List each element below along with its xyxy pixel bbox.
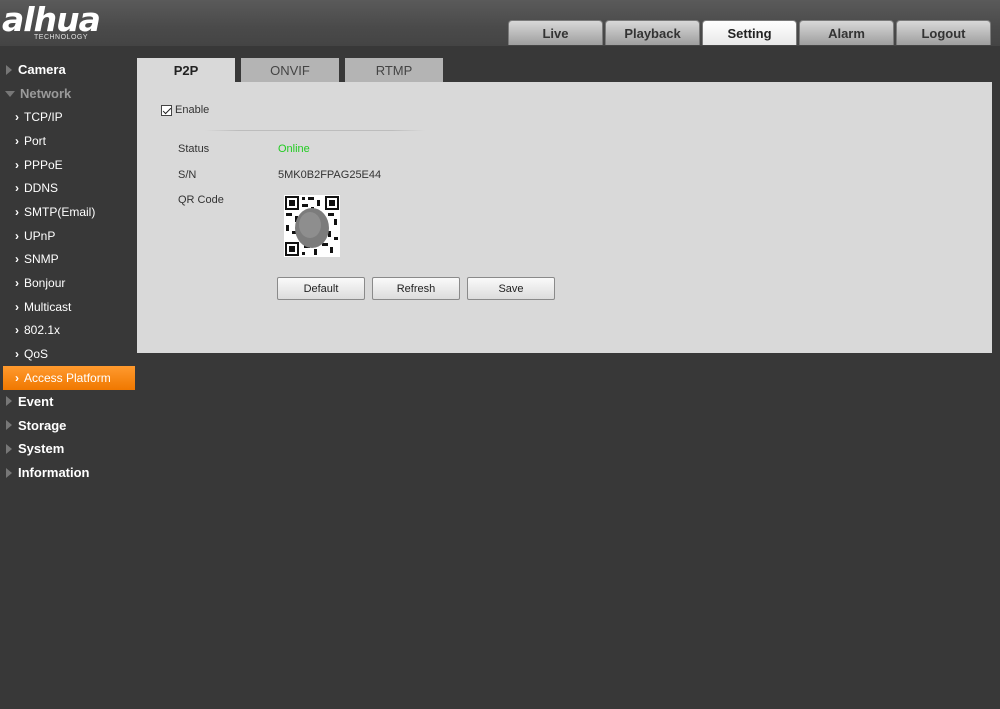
- sidebar-item-camera[interactable]: Camera: [0, 58, 136, 82]
- default-button[interactable]: Default: [277, 277, 365, 300]
- tab-rtmp[interactable]: RTMP: [345, 58, 443, 82]
- chevron-right-icon: ›: [15, 276, 19, 291]
- nav-tab-alarm[interactable]: Alarm: [799, 20, 894, 45]
- sidebar-item-tcpip[interactable]: › TCP/IP: [0, 105, 136, 129]
- nav-tab-setting[interactable]: Setting: [702, 20, 797, 45]
- content-tabs: P2P ONVIF RTMP: [137, 58, 449, 82]
- qr-code-image: [284, 195, 340, 257]
- sidebar-item-event[interactable]: Event: [0, 390, 136, 414]
- chevron-right-icon: ›: [15, 110, 19, 125]
- brand-sub: TECHNOLOGY: [34, 34, 89, 41]
- triangle-down-icon: [5, 90, 15, 97]
- sidebar-item-access-platform[interactable]: › Access Platform: [3, 365, 135, 390]
- chevron-right-icon: ›: [15, 133, 19, 148]
- header-bar: alhua TECHNOLOGY Live Playback Setting A…: [0, 0, 1000, 46]
- sidebar-item-snmp[interactable]: › SNMP: [0, 248, 136, 272]
- sidebar-item-label: Information: [18, 465, 90, 481]
- enable-label: Enable: [175, 104, 210, 116]
- sidebar-item-system[interactable]: System: [0, 437, 136, 461]
- sidebar-item-8021x[interactable]: › 802.1x: [0, 319, 136, 343]
- status-label: Status: [178, 143, 210, 155]
- sidebar-item-port[interactable]: › Port: [0, 129, 136, 153]
- triangle-right-icon: [6, 443, 12, 454]
- sidebar-item-label: Bonjour: [24, 276, 66, 291]
- triangle-right-icon: [6, 420, 12, 431]
- sidebar-item-label: UPnP: [24, 228, 56, 243]
- sidebar-item-label: Access Platform: [24, 370, 111, 385]
- status-value: Online: [278, 143, 310, 155]
- sidebar-item-qos[interactable]: › QoS: [0, 342, 136, 366]
- sidebar-item-label: PPPoE: [24, 157, 63, 172]
- triangle-right-icon: [6, 467, 12, 478]
- qr-code-label: QR Code: [178, 194, 224, 206]
- triangle-right-icon: [6, 396, 12, 407]
- sn-value: 5MK0B2FPAG25E44: [278, 169, 382, 181]
- sidebar-item-label: System: [18, 441, 65, 457]
- sidebar-item-label: Network: [20, 86, 72, 102]
- chevron-right-icon: ›: [15, 347, 19, 362]
- main-nav: Live Playback Setting Alarm Logout: [508, 20, 993, 46]
- sidebar-item-label: 802.1x: [24, 323, 61, 338]
- sidebar-item-label: Port: [24, 133, 47, 148]
- triangle-right-icon: [6, 64, 12, 75]
- sidebar-item-upnp[interactable]: › UPnP: [0, 224, 136, 248]
- sidebar: Camera Network › TCP/IP › Port › PPPoE ›…: [0, 58, 136, 484]
- nav-tab-logout[interactable]: Logout: [896, 20, 991, 45]
- sidebar-item-storage[interactable]: Storage: [0, 413, 136, 437]
- enable-checkbox[interactable]: [161, 104, 172, 116]
- divider: [205, 130, 425, 131]
- chevron-right-icon: ›: [15, 228, 19, 243]
- chevron-right-icon: ›: [15, 370, 19, 385]
- refresh-button[interactable]: Refresh: [372, 277, 460, 300]
- p2p-panel: Enable Status Online S/N 5MK0B2FPAG25E44…: [137, 82, 992, 353]
- nav-tab-live[interactable]: Live: [508, 20, 603, 45]
- nav-tab-playback[interactable]: Playback: [605, 20, 700, 45]
- save-button[interactable]: Save: [467, 277, 555, 300]
- chevron-right-icon: ›: [15, 252, 19, 267]
- sidebar-item-label: TCP/IP: [24, 110, 63, 125]
- chevron-right-icon: ›: [15, 204, 19, 219]
- sidebar-item-label: Storage: [18, 417, 67, 433]
- sidebar-item-ddns[interactable]: › DDNS: [0, 176, 136, 200]
- sidebar-item-label: SMTP(Email): [24, 204, 96, 219]
- chevron-right-icon: ›: [15, 323, 19, 338]
- chevron-right-icon: ›: [15, 181, 19, 196]
- sidebar-item-label: Camera: [18, 62, 66, 78]
- chevron-right-icon: ›: [15, 299, 19, 314]
- sidebar-item-network[interactable]: Network: [0, 82, 136, 106]
- sidebar-item-information[interactable]: Information: [0, 461, 136, 485]
- sidebar-item-pppoe[interactable]: › PPPoE: [0, 153, 136, 177]
- sidebar-item-label: Multicast: [24, 299, 72, 314]
- sidebar-item-smtp[interactable]: › SMTP(Email): [0, 200, 136, 224]
- sidebar-item-bonjour[interactable]: › Bonjour: [0, 271, 136, 295]
- tab-p2p[interactable]: P2P: [137, 58, 235, 82]
- sidebar-item-label: SNMP: [24, 252, 59, 267]
- sidebar-item-label: Event: [18, 393, 54, 409]
- sn-label: S/N: [178, 169, 197, 181]
- chevron-right-icon: ›: [15, 157, 19, 172]
- tab-onvif[interactable]: ONVIF: [241, 58, 339, 82]
- enable-row: Enable: [161, 104, 209, 116]
- sidebar-item-multicast[interactable]: › Multicast: [0, 295, 136, 319]
- brand-logo: alhua TECHNOLOGY: [2, 0, 122, 44]
- sidebar-item-label: DDNS: [24, 181, 59, 196]
- sidebar-item-label: QoS: [24, 347, 49, 362]
